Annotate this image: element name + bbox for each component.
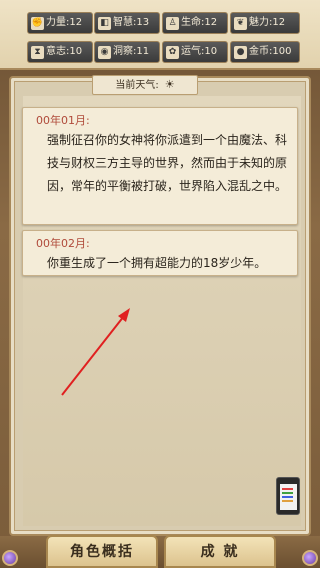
annotation-arrow bbox=[61, 308, 130, 396]
phone-icon[interactable] bbox=[276, 477, 300, 515]
gem-ornament-icon bbox=[2, 550, 18, 566]
character-summary-button[interactable]: 角色概括 bbox=[46, 535, 158, 568]
achievements-button[interactable]: 成 就 bbox=[164, 535, 276, 568]
gem-ornament-icon bbox=[302, 550, 318, 566]
